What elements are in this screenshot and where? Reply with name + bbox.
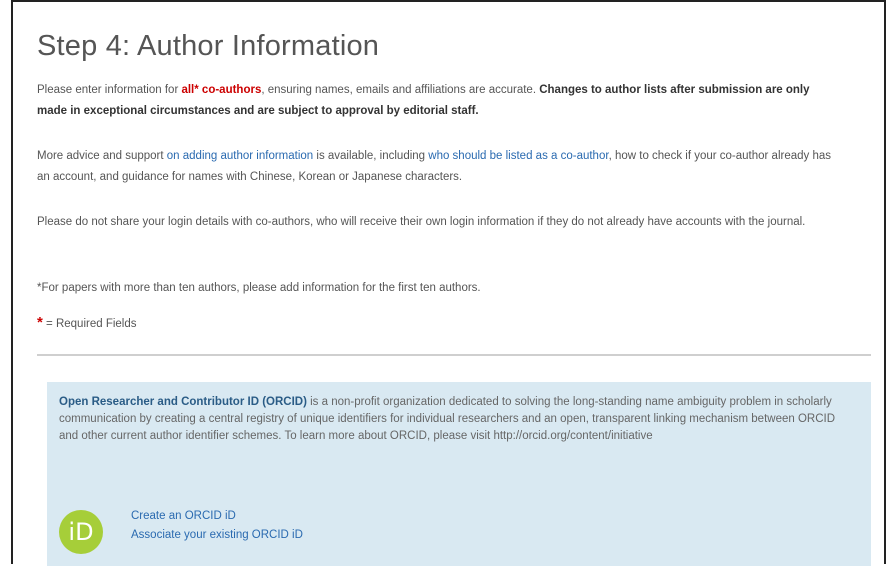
intro-text-continued: , ensuring names, emails and affiliation…: [261, 84, 540, 96]
section-divider: [37, 354, 871, 356]
advice-text-middle: is available, including: [313, 150, 429, 162]
all-coauthors-emphasis: all* co-authors: [181, 84, 262, 96]
associate-orcid-link[interactable]: Associate your existing ORCID iD: [131, 529, 303, 541]
orcid-name: Open Researcher and Contributor ID (ORCI…: [59, 396, 307, 408]
orcid-info-box: Open Researcher and Contributor ID (ORCI…: [47, 382, 871, 566]
intro-text: Please enter information for: [37, 84, 182, 96]
ten-authors-note: *For papers with more than ten authors, …: [37, 282, 481, 294]
intro-paragraph: Please enter information for all* co-aut…: [37, 80, 837, 122]
adding-author-info-link[interactable]: on adding author information: [167, 150, 313, 162]
orcid-logo-icon: iD: [59, 510, 103, 554]
required-fields-legend: * = Required Fields: [37, 312, 837, 335]
advice-text: More advice and support: [37, 150, 167, 162]
required-fields-label: = Required Fields: [42, 318, 137, 330]
orcid-description: Open Researcher and Contributor ID (ORCI…: [59, 394, 849, 445]
advice-paragraph: More advice and support on adding author…: [37, 146, 837, 188]
who-should-be-listed-link[interactable]: who should be listed as a co-author: [428, 150, 608, 162]
orcid-logo-text: iD: [68, 518, 94, 546]
login-details-note: Please do not share your login details w…: [37, 216, 806, 228]
page-title: Step 4: Author Information: [37, 30, 380, 62]
create-orcid-link[interactable]: Create an ORCID iD: [131, 510, 236, 522]
author-info-panel: Step 4: Author Information Please enter …: [11, 0, 886, 566]
